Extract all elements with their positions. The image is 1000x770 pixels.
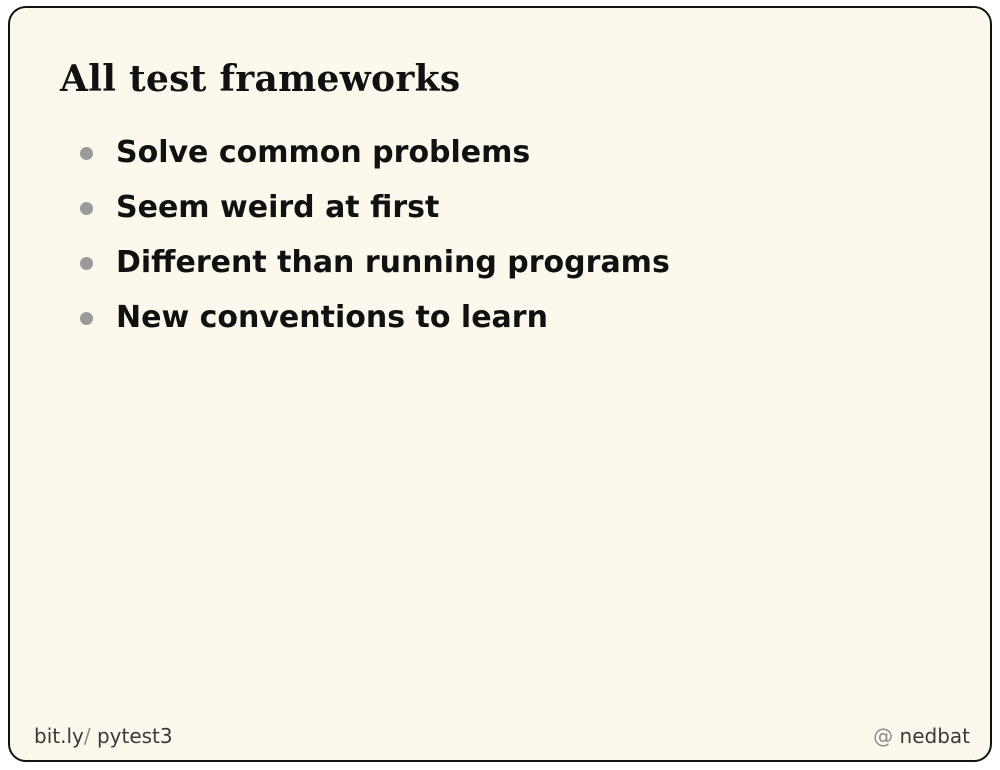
slide: All test frameworks Solve common problem… bbox=[8, 6, 992, 762]
slide-title: All test frameworks bbox=[60, 58, 461, 100]
footer-handle: @ nedbat bbox=[873, 724, 970, 748]
footer-url-domain: bit.ly bbox=[34, 724, 84, 748]
bullet-dot-icon bbox=[80, 202, 93, 215]
footer-handle-name: nedbat bbox=[899, 724, 970, 748]
bullet-item: Different than running programs bbox=[80, 238, 670, 293]
bullet-item: Seem weird at first bbox=[80, 183, 670, 238]
bullet-dot-icon bbox=[80, 257, 93, 270]
bullet-text: Different than running programs bbox=[116, 245, 670, 280]
bullet-dot-icon bbox=[80, 147, 93, 160]
footer-url-path: pytest3 bbox=[96, 724, 173, 748]
footer-url-separator: / bbox=[83, 724, 91, 748]
bullet-dot-icon bbox=[80, 312, 93, 325]
bullet-text: Solve common problems bbox=[116, 135, 531, 170]
bullet-text: Seem weird at first bbox=[116, 190, 440, 225]
bullet-text: New conventions to learn bbox=[116, 300, 548, 335]
bullet-list: Solve common problems Seem weird at firs… bbox=[80, 128, 670, 348]
bullet-item: New conventions to learn bbox=[80, 293, 670, 348]
bullet-item: Solve common problems bbox=[80, 128, 670, 183]
footer-at-sign: @ bbox=[873, 724, 894, 748]
footer-short-url: bit.ly/ pytest3 bbox=[34, 724, 173, 748]
